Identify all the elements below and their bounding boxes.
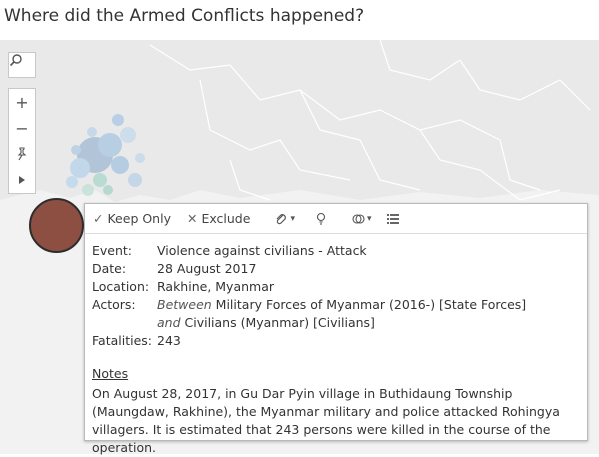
actors-second: Civilians (Myanmar) [Civilians] — [180, 315, 375, 330]
zoom-out-button[interactable]: − — [9, 115, 35, 141]
chevron-down-icon: ▾ — [290, 213, 295, 224]
table-icon — [386, 213, 399, 224]
event-label: Event: — [92, 243, 133, 258]
exclude-label: Exclude — [201, 211, 251, 226]
tooltip-toolbar: ✓ Keep Only ✕ Exclude ▾ ▾ — [85, 204, 587, 234]
create-set-button[interactable] — [315, 212, 327, 226]
page-title: Where did the Armed Conflicts happened? — [4, 6, 365, 26]
event-value: Violence against civilians - Attack — [157, 243, 367, 258]
lightbulb-icon — [316, 212, 326, 225]
expand-toolbar-button[interactable] — [9, 167, 35, 193]
actors-first: Military Forces of Myanmar (2016-) [Stat… — [211, 297, 527, 312]
date-label: Date: — [92, 261, 127, 276]
zoom-in-button[interactable]: + — [9, 89, 35, 115]
notes-text: On August 28, 2017, in Gu Dar Pyin villa… — [92, 386, 560, 455]
chevron-down-icon: ▾ — [366, 213, 372, 224]
selected-conflict-marker[interactable] — [29, 198, 84, 253]
actors-line-2: and Civilians (Myanmar) [Civilians] — [157, 315, 375, 330]
tooltip-panel: ✓ Keep Only ✕ Exclude ▾ ▾ Event: Violenc… — [84, 203, 588, 455]
view-data-button[interactable] — [386, 213, 400, 225]
pin-map-button[interactable] — [9, 141, 35, 167]
group-members-button[interactable]: ▾ — [274, 212, 295, 226]
fatalities-label: Fatalities: — [92, 333, 152, 348]
map-search-button[interactable] — [8, 52, 36, 78]
location-label: Location: — [92, 279, 150, 294]
search-icon — [9, 54, 22, 67]
actors-label: Actors: — [92, 297, 136, 312]
expand-icon — [19, 176, 25, 184]
sets-dropdown-button[interactable]: ▾ — [351, 212, 372, 226]
notes-heading: Notes — [92, 366, 129, 381]
exclude-button[interactable]: ✕ Exclude — [187, 211, 250, 226]
paperclip-icon — [277, 213, 287, 224]
date-value: 28 August 2017 — [157, 261, 257, 276]
map-zoom-controls: + − — [8, 88, 36, 194]
actors-and: and — [157, 315, 181, 330]
check-icon: ✓ — [93, 211, 104, 226]
actors-between: Between — [157, 297, 212, 312]
pin-icon — [17, 147, 27, 161]
fatalities-value: 243 — [157, 333, 181, 348]
keep-only-label: Keep Only — [107, 211, 171, 226]
keep-only-button[interactable]: ✓ Keep Only — [93, 211, 171, 226]
actors-line-1: Between Military Forces of Myanmar (2016… — [157, 297, 526, 312]
sets-icon — [352, 213, 365, 224]
close-icon: ✕ — [186, 211, 198, 226]
location-value: Rakhine, Myanmar — [157, 279, 275, 294]
